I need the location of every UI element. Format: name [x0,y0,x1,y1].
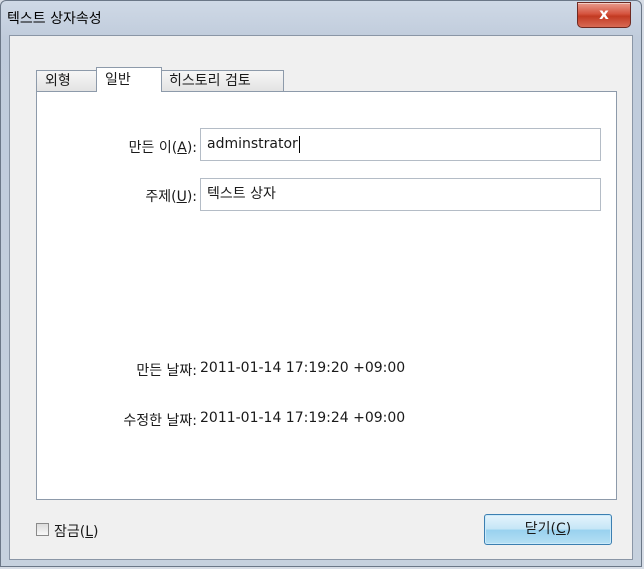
general-tab-panel: 만든 이(A): adminstrator 주제(U): 텍스트 상자 만든 날… [36,91,617,500]
tab-appearance[interactable]: 외형 [36,70,98,91]
subject-input[interactable]: 텍스트 상자 [200,178,601,211]
author-input[interactable]: adminstrator [200,128,601,161]
author-label: 만든 이(A): [128,140,197,156]
tab-general[interactable]: 일반 [96,67,162,92]
tab-history-review-label: 히스토리 검토 [169,73,251,89]
lock-checkbox[interactable] [36,523,49,536]
subject-label: 주제(U): [145,189,197,205]
tab-general-label: 일반 [105,72,131,88]
title-bar[interactable]: 텍스트 상자속성 x [1,1,641,35]
window-close-button[interactable]: x [577,2,631,28]
tab-appearance-label: 외형 [45,73,71,89]
close-button[interactable]: 닫기(C) [484,514,612,545]
window-title: 텍스트 상자속성 [7,11,102,27]
tab-history-review[interactable]: 히스토리 검토 [160,70,284,91]
dialog-client-area: 외형 일반 히스토리 검토 만든 이(A): adminstrator 주제(U… [9,35,633,560]
created-date-value: 2011-01-14 17:19:20 +09:00 [200,360,406,376]
modified-date-label: 수정한 날짜: [123,413,197,429]
lock-label: 잠금(L) [54,524,99,540]
created-date-label: 만든 날짜: [136,363,197,379]
properties-dialog: 텍스트 상자속성 x 외형 일반 히스토리 검토 만든 이(A): admins… [0,0,642,567]
modified-date-value: 2011-01-14 17:19:24 +09:00 [200,410,406,426]
close-icon: x [599,5,609,23]
subject-value: 텍스트 상자 [207,186,276,202]
text-caret [298,135,300,153]
author-value: adminstrator [207,136,298,152]
